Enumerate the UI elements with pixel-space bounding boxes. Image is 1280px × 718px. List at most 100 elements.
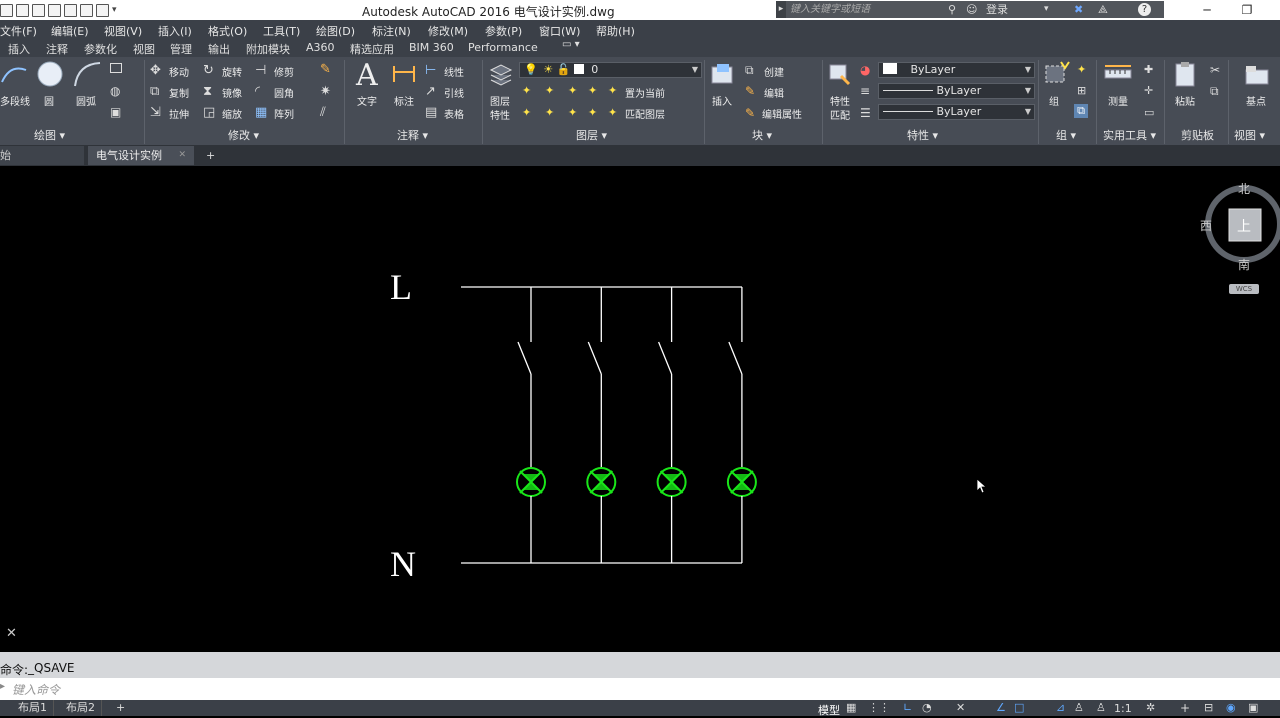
- create-label[interactable]: 创建: [764, 64, 784, 79]
- arc-label[interactable]: 圆弧: [76, 93, 96, 108]
- edit-label[interactable]: 编辑: [764, 85, 784, 100]
- viewcube-south[interactable]: 南: [1238, 256, 1250, 273]
- command-dropdown-icon[interactable]: ▸: [0, 681, 5, 692]
- add-tab-button[interactable]: +: [200, 146, 220, 165]
- mirror-icon[interactable]: ⧗: [203, 84, 217, 99]
- a360-icon[interactable]: ⟁: [1098, 1, 1108, 18]
- layer-isolate-icon[interactable]: ✦: [545, 84, 559, 98]
- set-current-label[interactable]: 置为当前: [625, 85, 665, 100]
- menu-edit[interactable]: 编辑(E): [51, 23, 89, 39]
- layer-on-icon[interactable]: ✦: [522, 106, 536, 120]
- tab-a360[interactable]: A360: [306, 41, 335, 54]
- group-select-icon[interactable]: ⧉: [1074, 104, 1088, 118]
- dynamic-ucs-icon[interactable]: ⊿: [1056, 701, 1065, 714]
- login-dropdown-icon[interactable]: ▾: [1044, 1, 1049, 18]
- layer-lock-icon[interactable]: ✦: [588, 84, 602, 98]
- layer-off-icon[interactable]: ✦: [522, 84, 536, 98]
- insert-label[interactable]: 插入: [712, 93, 732, 108]
- viewcube[interactable]: 北 西 上 南 WCS: [1200, 180, 1280, 296]
- rotate-icon[interactable]: ↻: [203, 63, 217, 78]
- binoculars-icon[interactable]: ⚲: [948, 1, 956, 18]
- trim-label[interactable]: 修剪: [274, 64, 294, 79]
- paste-label[interactable]: 粘贴: [1175, 93, 1195, 108]
- layout-tab-2[interactable]: 布局2: [60, 700, 102, 716]
- layers-panel-footer[interactable]: 图层 ▾: [576, 127, 607, 143]
- utilities-panel-footer[interactable]: 实用工具 ▾: [1103, 127, 1156, 143]
- menu-parametric[interactable]: 参数(P): [485, 23, 522, 39]
- grid-icon[interactable]: ▦: [846, 701, 856, 714]
- menu-draw[interactable]: 绘图(D): [316, 23, 355, 39]
- polyline-icon[interactable]: [0, 62, 30, 88]
- layer-freeze-icon[interactable]: ✦: [568, 84, 582, 98]
- login-label[interactable]: 登录: [986, 1, 1008, 18]
- tab-view[interactable]: 视图: [133, 41, 155, 57]
- annotation-visibility-icon[interactable]: ♙: [1074, 701, 1084, 714]
- layout-tab-1[interactable]: 布局1: [12, 700, 54, 716]
- table-icon[interactable]: ▤: [425, 105, 439, 120]
- viewcube-west[interactable]: 西: [1200, 217, 1212, 234]
- gear-icon[interactable]: ✲: [1146, 701, 1155, 714]
- measure-label[interactable]: 测量: [1108, 93, 1128, 108]
- snap-icon[interactable]: ⋮⋮: [868, 701, 890, 714]
- modify-panel-footer[interactable]: 修改 ▾: [228, 127, 259, 143]
- layer-properties-icon[interactable]: [488, 62, 514, 88]
- groups-panel-footer[interactable]: 组 ▾: [1056, 127, 1076, 143]
- object-snap-tracking-icon[interactable]: ∠: [996, 701, 1006, 714]
- login-area[interactable]: ⚲ ☺ 登录 ▾: [944, 1, 1064, 18]
- switch-blade[interactable]: [657, 341, 673, 375]
- linear-dim-icon[interactable]: ⊢: [425, 63, 439, 78]
- menu-modify[interactable]: 修改(M): [428, 23, 468, 39]
- tab-performance[interactable]: Performance: [468, 41, 538, 54]
- stretch-icon[interactable]: ⇲: [150, 105, 164, 120]
- viewcube-north[interactable]: 北: [1238, 180, 1250, 197]
- table-label[interactable]: 表格: [444, 106, 464, 121]
- dimension-icon[interactable]: [391, 62, 417, 86]
- command-input[interactable]: ▸ 键入命令: [0, 678, 1280, 700]
- match-layer-label[interactable]: 匹配图层: [625, 106, 665, 121]
- set-current-icon[interactable]: ✦: [608, 84, 622, 98]
- close-tab-icon[interactable]: ✕: [178, 146, 186, 165]
- undo-icon[interactable]: [80, 3, 93, 17]
- circle-icon[interactable]: [36, 60, 64, 88]
- leader-label[interactable]: 引线: [444, 85, 464, 100]
- create-block-icon[interactable]: ⧉: [745, 63, 759, 77]
- lamp-symbol[interactable]: [656, 467, 687, 497]
- menu-tools[interactable]: 工具(T): [263, 23, 300, 39]
- linetype-dropdown[interactable]: ByLayer ▼: [878, 83, 1035, 99]
- move-label[interactable]: 移动: [169, 64, 189, 79]
- minimize-button[interactable]: ─: [1188, 0, 1226, 20]
- lamp-symbol[interactable]: [516, 467, 546, 497]
- tab-featured-apps[interactable]: 精选应用: [350, 41, 394, 57]
- draw-panel-footer[interactable]: 绘图 ▾: [34, 127, 65, 143]
- edit-attribute-label[interactable]: 编辑属性: [762, 106, 802, 121]
- group-edit-icon[interactable]: ⊞: [1077, 84, 1091, 98]
- explode-icon[interactable]: ✷: [320, 84, 334, 99]
- lamp-symbol[interactable]: [726, 467, 757, 497]
- layer-unisolate-icon[interactable]: ✦: [545, 106, 559, 120]
- calculator-icon[interactable]: ▭: [1144, 106, 1158, 120]
- tab-annotate[interactable]: 注释: [46, 41, 68, 57]
- help-icon[interactable]: ?: [1138, 3, 1151, 16]
- group-label[interactable]: 组: [1049, 93, 1059, 108]
- lamp-symbol[interactable]: [586, 467, 617, 497]
- isodraft-icon[interactable]: ✕: [956, 701, 965, 714]
- edit-attribute-icon[interactable]: ✎: [745, 106, 759, 120]
- paste-icon[interactable]: [1172, 60, 1200, 88]
- stretch-label[interactable]: 拉伸: [169, 106, 189, 121]
- layer-unlock-icon[interactable]: ✦: [588, 106, 602, 120]
- group-icon[interactable]: [1043, 60, 1071, 88]
- layer-properties-label-2[interactable]: 特性: [490, 107, 510, 122]
- trim-icon[interactable]: ⊣: [255, 63, 269, 78]
- save-as-icon[interactable]: [48, 3, 61, 17]
- command-input-placeholder[interactable]: 键入命令: [12, 681, 60, 698]
- point-icon[interactable]: ✛: [1144, 84, 1158, 98]
- active-file-tab-label[interactable]: 电气设计实例: [96, 149, 162, 162]
- color-dropdown[interactable]: ByLayer ▼: [878, 62, 1035, 78]
- plus-icon[interactable]: +: [1180, 701, 1190, 715]
- menu-insert[interactable]: 插入(I): [158, 23, 192, 39]
- tab-bim360[interactable]: BIM 360: [409, 41, 454, 54]
- match-properties-label-1[interactable]: 特性: [830, 93, 850, 108]
- active-file-tab[interactable]: 电气设计实例 ✕: [88, 146, 194, 165]
- insert-block-icon[interactable]: [709, 62, 737, 88]
- match-properties-label-2[interactable]: 匹配: [830, 107, 850, 122]
